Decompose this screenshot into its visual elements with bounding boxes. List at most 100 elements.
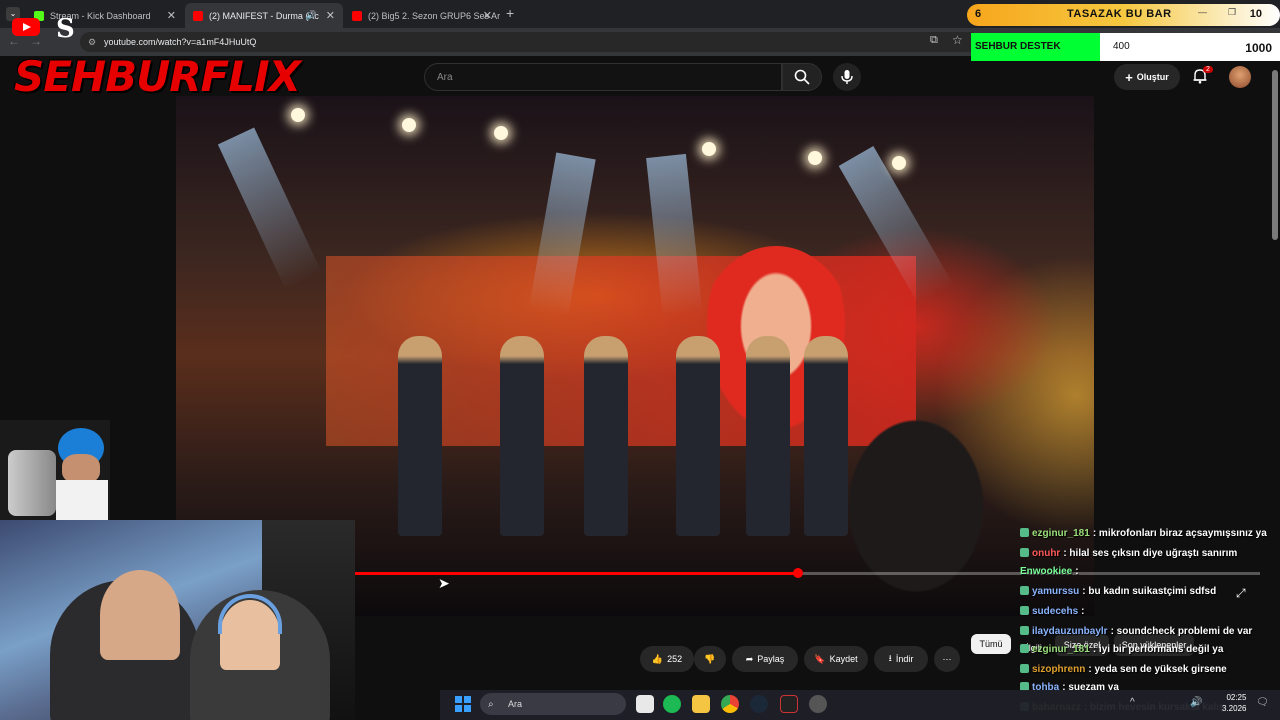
share-button[interactable]: ➦ Paylaş (732, 646, 798, 672)
chat-username[interactable]: sizophrenn (1032, 664, 1085, 675)
search-input[interactable]: Ara (424, 63, 782, 91)
site-info-icon[interactable]: ⚙ (88, 37, 96, 48)
dislike-button[interactable]: 👎 (694, 646, 726, 672)
singer (746, 336, 790, 536)
chat-username[interactable]: onuhr (1032, 548, 1060, 559)
chat-message: ezginur_181: iyi bir performans değil ya (1020, 644, 1223, 655)
taskbar-search[interactable]: ⌕ Ara (480, 693, 626, 715)
s-logo-icon: S (56, 14, 75, 44)
microphone-icon (841, 70, 853, 84)
chat-message: ilaydauzunbaylr: soundcheck problemi de … (1020, 626, 1252, 637)
chat-message: Enwookiee: (1020, 566, 1079, 577)
bookmark-star-icon[interactable]: ☆ (952, 33, 963, 47)
windows-start-icon[interactable] (455, 696, 471, 712)
file-explorer-icon[interactable] (692, 695, 710, 713)
chat-text: : (1075, 566, 1079, 577)
cast-icon[interactable]: ⧉ (930, 34, 938, 47)
app-icon[interactable] (780, 695, 798, 713)
chat-username[interactable]: sudecehs (1032, 606, 1078, 617)
tab-manifest-durma[interactable]: (2) MANIFEST - Durma (Ac 🔊 ✕ (185, 3, 343, 28)
chat-badge-icon (1020, 586, 1029, 595)
download-button[interactable]: ⭳ İndir (874, 646, 928, 672)
share-icon: ➦ (745, 653, 754, 664)
search-button[interactable] (782, 63, 822, 91)
stage-light (402, 118, 416, 132)
tab-big5[interactable]: (2) Big5 2. Sezon GRUP6 Ses Ar ✕ (344, 3, 500, 28)
like-button[interactable]: 👍 252 (640, 646, 694, 672)
chat-badge-icon (1020, 644, 1029, 653)
chat-badge-icon (1020, 664, 1029, 673)
chat-username[interactable]: Enwookiee (1020, 566, 1072, 577)
chat-text: : yeda sen de yüksek girsene (1088, 664, 1227, 675)
tab-title: (2) Big5 2. Sezon GRUP6 Ses Ar (368, 10, 500, 21)
chat-message: onuhr: hilal ses çıksın diye uğraştı san… (1020, 548, 1237, 559)
app-icon-2[interactable] (809, 695, 827, 713)
download-icon: ⭳ (888, 653, 892, 663)
like-count: 252 (667, 654, 683, 664)
chat-badge-icon (1020, 548, 1029, 557)
close-tab-icon[interactable]: ✕ (483, 9, 492, 22)
tab-title: (2) MANIFEST - Durma (Ac (209, 10, 319, 21)
search-icon: ⌕ (488, 698, 494, 710)
back-icon[interactable]: ← (8, 34, 20, 48)
volume-icon[interactable]: 🔊 (1190, 697, 1202, 708)
webcam-overlay-small (0, 420, 110, 520)
video-progress-fill (355, 572, 799, 575)
video-progress-bar[interactable] (355, 572, 1260, 575)
chat-text: : mikrofonları biraz açsaymışsınız ya (1092, 528, 1267, 539)
download-label: İndir (895, 654, 914, 664)
chat-text: : hilal ses çıksın diye uğraştı sanırım (1063, 548, 1238, 559)
chat-username[interactable]: ezginur_181 (1032, 644, 1090, 655)
account-avatar[interactable] (1229, 66, 1251, 88)
chat-badge-icon (1020, 626, 1029, 635)
chat-username[interactable]: ilaydauzunbaylr (1032, 626, 1108, 637)
chat-text: : (1081, 606, 1085, 617)
close-tab-icon[interactable]: ✕ (326, 9, 335, 22)
chat-message: sizophrenn: yeda sen de yüksek girsene (1020, 664, 1227, 675)
more-actions-button[interactable]: ⋯ (934, 646, 960, 672)
chat-username[interactable]: ezginur_181 (1032, 528, 1090, 539)
clock-time: 02:25 (1226, 693, 1247, 702)
maximize-icon[interactable]: ❐ (1228, 7, 1236, 18)
stage-light (892, 156, 906, 170)
thumbs-down-icon: 👎 (704, 653, 716, 664)
notification-center-icon[interactable]: 🗨 (1256, 697, 1269, 708)
save-button[interactable]: 🔖 Kaydet (804, 646, 868, 672)
filter-chip-all[interactable]: Tümü (971, 634, 1011, 654)
voice-search-button[interactable] (833, 63, 861, 91)
steam-icon[interactable] (750, 695, 768, 713)
destek-goal: 1000 (1245, 41, 1272, 55)
forward-icon[interactable]: → (30, 34, 42, 48)
chat-username[interactable]: yamurssu (1032, 586, 1079, 597)
tab-kick-dashboard[interactable]: Stream - Kick Dashboard ✕ (26, 3, 184, 28)
singer (398, 336, 442, 536)
destek-current: 400 (1113, 41, 1130, 52)
mouse-cursor-icon: ➤ (438, 575, 450, 591)
new-tab-button[interactable]: + (506, 5, 514, 21)
speaker-icon[interactable]: 🔊 (306, 10, 317, 21)
search-icon (794, 69, 810, 85)
chrome-icon[interactable] (721, 695, 739, 713)
system-clock[interactable]: 02:25 3.2026 (1222, 692, 1246, 714)
url-field[interactable]: ⚙ youtube.com/watch?v=a1mF4JHuUtQ (80, 32, 980, 52)
chat-badge-icon (1020, 606, 1029, 615)
minimize-icon[interactable]: — (1198, 7, 1207, 17)
youtube-icon (193, 10, 203, 21)
spotify-icon[interactable] (663, 695, 681, 713)
stage-light (291, 108, 305, 122)
fullscreen-icon[interactable]: ⤢ (1236, 586, 1246, 601)
create-label: Oluştur (1136, 72, 1169, 82)
youtube-icon (352, 10, 362, 21)
page-scrollbar[interactable] (1272, 70, 1278, 240)
tasbar-label: TASAZAK BU BAR (1067, 8, 1172, 20)
chat-text: : iyi bir performans değil ya (1092, 644, 1224, 655)
url-text: youtube.com/watch?v=a1mF4JHuUtQ (104, 37, 257, 47)
chat-badge-icon (1020, 528, 1029, 537)
close-tab-icon[interactable]: ✕ (167, 9, 176, 22)
tray-chevron-icon[interactable]: ^ (1130, 697, 1135, 708)
stage-light (702, 142, 716, 156)
create-button[interactable]: + Oluştur (1114, 64, 1180, 90)
singer (676, 336, 720, 536)
destek-label: SEHBUR DESTEK (975, 41, 1061, 52)
task-view-icon[interactable] (636, 695, 654, 713)
